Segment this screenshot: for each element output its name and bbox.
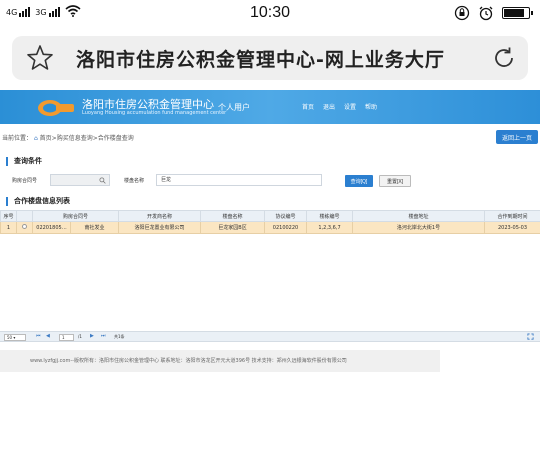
- radio-icon[interactable]: [22, 224, 27, 229]
- prev-page-icon[interactable]: ◀: [46, 333, 50, 339]
- battery-icon: [502, 7, 533, 19]
- alarm-icon: [479, 6, 493, 21]
- col-agreement: 协议编号: [264, 210, 308, 222]
- nav-settings[interactable]: 设置: [344, 102, 356, 111]
- col-project: 楼盘名称: [200, 210, 266, 222]
- nav-help[interactable]: 帮助: [365, 102, 377, 111]
- query-button[interactable]: 查询[Q]: [345, 175, 373, 187]
- address-bar[interactable]: 洛阳市住房公积金管理中心-网上业务大厅: [12, 36, 528, 80]
- lock-rotation-icon: [454, 5, 470, 21]
- top-nav: 首页 退出 设置 帮助: [302, 102, 377, 111]
- cell-select[interactable]: [16, 221, 33, 234]
- cell-project: 巨龙家园B区: [200, 221, 266, 234]
- cell-agreement: 02100220: [264, 221, 308, 234]
- query-heading: 查询条件: [6, 157, 42, 166]
- col-select: [16, 210, 33, 222]
- cell-index: 1: [0, 221, 17, 234]
- pagination-bar: 50 ▾ ⏮ ◀ 1 /1 ▶ ⏭ 共1条: [0, 331, 540, 342]
- next-page-icon[interactable]: ▶: [90, 333, 94, 339]
- col-expiry: 合作到期时间: [484, 210, 540, 222]
- query-row: 购房合同号 楼盘名称 巨龙 查询[Q] 重置[X]: [0, 172, 540, 190]
- personal-user-link[interactable]: 个人用户: [218, 102, 250, 113]
- site-logo: [38, 100, 74, 116]
- col-developer: 开发商名称: [118, 210, 202, 222]
- table-row[interactable]: 1 02201805… 南社发业 洛阳巨龙置业有限公司 巨龙家园B区 02100…: [0, 221, 540, 234]
- col-buildings: 楼栋编号: [306, 210, 354, 222]
- total-pages: /1: [78, 334, 82, 339]
- project-input[interactable]: 巨龙: [156, 174, 322, 186]
- expand-icon[interactable]: [527, 333, 534, 340]
- results-heading: 合作楼盘信息列表: [6, 197, 70, 206]
- status-bar: 4G 3G 10:30: [0, 0, 540, 28]
- results-table: 序号 购房合同号 开发商名称 楼盘名称 协议编号 楼栋编号 楼盘地址 合作到期时…: [0, 210, 540, 234]
- breadcrumb: 当前位置： ⌂ 首页>购买信息查询>合作楼盘查询: [2, 133, 134, 142]
- contract-input[interactable]: [50, 174, 110, 186]
- star-icon[interactable]: [26, 44, 54, 72]
- search-icon[interactable]: [99, 177, 106, 184]
- col-index: 序号: [0, 210, 17, 222]
- page-size-select[interactable]: 50 ▾: [4, 334, 26, 341]
- last-page-icon[interactable]: ⏭: [101, 333, 106, 339]
- cell-contract: 02201805…: [32, 221, 71, 234]
- table-header-row: 序号 购房合同号 开发商名称 楼盘名称 协议编号 楼栋编号 楼盘地址 合作到期时…: [0, 210, 540, 222]
- col-address: 楼盘地址: [352, 210, 486, 222]
- reset-button[interactable]: 重置[X]: [379, 175, 411, 187]
- page-title: 洛阳市住房公积金管理中心-网上业务大厅: [76, 49, 445, 71]
- cell-developer: 洛阳巨龙置业有限公司: [118, 221, 202, 234]
- first-page-icon[interactable]: ⏮: [36, 333, 41, 339]
- cell-buildings: 1,2,3,6,7: [306, 221, 354, 234]
- nav-home[interactable]: 首页: [302, 102, 314, 111]
- total-records: 共1条: [114, 334, 125, 339]
- cell-seller: 南社发业: [69, 221, 120, 234]
- home-icon: ⌂: [33, 135, 38, 142]
- reload-icon[interactable]: [492, 46, 516, 70]
- footer-text: www.lyzfgjj.com--版权所有：洛阳市住房公积金管理中心 联系地址：…: [30, 358, 347, 364]
- cell-address: 洛河北岸北大街1号: [352, 221, 486, 234]
- page-number-input[interactable]: 1: [59, 334, 74, 341]
- footer: www.lyzfgjj.com--版权所有：洛阳市住房公积金管理中心 联系地址：…: [0, 350, 440, 372]
- breadcrumb-prefix: 当前位置：: [2, 135, 33, 142]
- site-header: 洛阳市住房公积金管理中心 Luoyang Housing accumulatio…: [0, 90, 540, 124]
- cell-expiry: 2023-05-03: [484, 221, 540, 234]
- breadcrumb-row: 当前位置： ⌂ 首页>购买信息查询>合作楼盘查询 返回上一页: [0, 128, 540, 146]
- back-button[interactable]: 返回上一页: [496, 130, 538, 144]
- contract-label: 购房合同号: [12, 178, 38, 184]
- nav-logout[interactable]: 退出: [323, 102, 335, 111]
- col-contract: 购房合同号: [31, 210, 120, 222]
- site-subtitle: Luoyang Housing accumulation fund manage…: [82, 110, 227, 116]
- breadcrumb-path[interactable]: 首页>购买信息查询>合作楼盘查询: [40, 135, 134, 142]
- project-label: 楼盘名称: [124, 178, 145, 184]
